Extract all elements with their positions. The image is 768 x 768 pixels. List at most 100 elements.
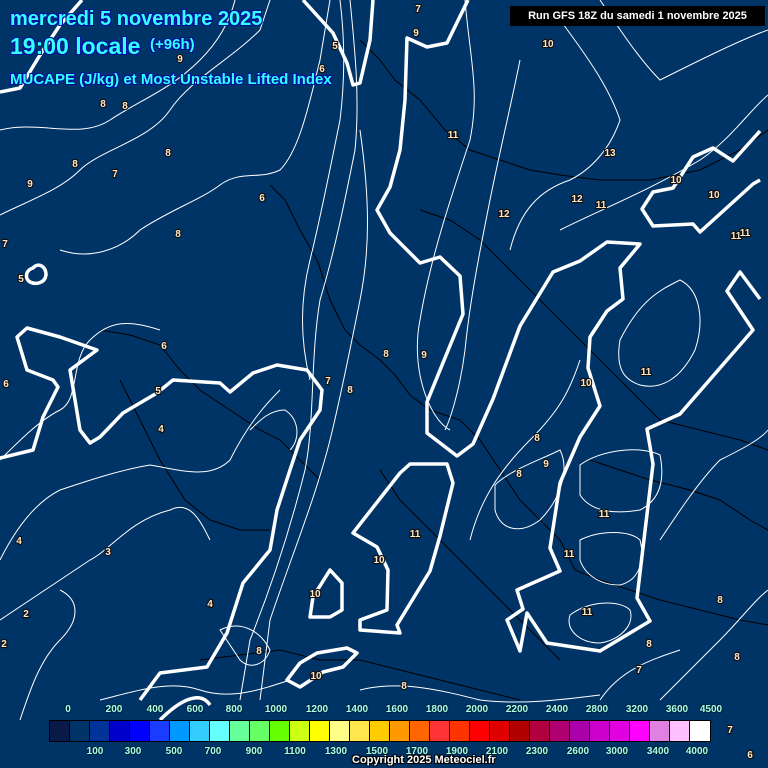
contour-label: 11 xyxy=(582,607,593,618)
contour-label: 12 xyxy=(571,194,583,205)
forecast-lead-time: (+96h) xyxy=(150,36,195,53)
legend-swatch xyxy=(410,721,430,741)
legend-swatch xyxy=(510,721,530,741)
contour-label: 11 xyxy=(596,200,607,211)
contour-label: 11 xyxy=(641,367,652,378)
contour-label: 8 xyxy=(165,148,171,159)
parameter-title: MUCAPE (J/kg) et Most Unstable Lifted In… xyxy=(10,71,332,88)
contour-label: 8 xyxy=(717,595,723,606)
legend-swatch xyxy=(550,721,570,741)
contour-label: 11 xyxy=(599,509,610,520)
legend-bottom-label: 100 xyxy=(86,746,104,757)
forecast-time: 19:00 locale xyxy=(10,33,141,59)
legend-swatch xyxy=(430,721,450,741)
legend-swatch xyxy=(630,721,650,741)
borders-coastlines xyxy=(99,39,768,701)
legend-swatch xyxy=(190,721,210,741)
legend-swatch xyxy=(490,721,510,741)
contour-label: 11 xyxy=(564,549,575,560)
legend-top-label: 1400 xyxy=(345,704,369,715)
legend-swatch xyxy=(110,721,130,741)
contour-label: 8 xyxy=(534,433,540,444)
model-run-label: Run GFS 18Z du samedi 1 novembre 2025 xyxy=(510,6,765,26)
legend-top-label: 3600 xyxy=(665,704,689,715)
contour-label: 11 xyxy=(448,130,459,141)
legend-swatch xyxy=(470,721,490,741)
legend-swatch xyxy=(570,721,590,741)
legend-top-label: 2800 xyxy=(585,704,609,715)
legend-swatch xyxy=(150,721,170,741)
weather-map: 7 9 10 5 6 9 8 8 8 8 7 9 6 11 13 12 12 11 10 10 11 11 8 7 5 6 6 8 9 7… xyxy=(0,0,768,762)
contour-label: 10 xyxy=(310,671,322,682)
legend-top-label: 2200 xyxy=(505,704,529,715)
legend-top-label: 4500 xyxy=(699,704,723,715)
legend-top-label: 0 xyxy=(65,704,71,715)
contour-label: 10 xyxy=(542,39,554,50)
legend-top-label: 200 xyxy=(105,704,123,715)
contour-label: 10 xyxy=(708,190,720,201)
legend-top-label: 800 xyxy=(225,704,243,715)
legend-swatch xyxy=(350,721,370,741)
legend-top-label: 2000 xyxy=(465,704,489,715)
contour-label: 2 xyxy=(1,639,7,650)
legend-swatch xyxy=(450,721,470,741)
contour-label: 8 xyxy=(347,385,353,396)
legend-top-label: 600 xyxy=(186,704,204,715)
contour-label: 7 xyxy=(415,4,421,15)
legend-swatch xyxy=(330,721,350,741)
contour-label: 8 xyxy=(383,349,389,360)
contour-label: 9 xyxy=(413,28,419,39)
legend-bottom-label: 4000 xyxy=(685,746,709,757)
legend-swatch xyxy=(650,721,670,741)
contour-label: 6 xyxy=(747,750,753,761)
legend-swatch xyxy=(370,721,390,741)
legend-bottom-label: 700 xyxy=(204,746,222,757)
legend-bottom-label: 2300 xyxy=(525,746,549,757)
contour-label: 6 xyxy=(3,379,9,390)
legend-swatch xyxy=(390,721,410,741)
legend-swatch xyxy=(250,721,270,741)
contour-label: 4 xyxy=(16,536,22,547)
legend-swatch xyxy=(530,721,550,741)
contour-label: 8 xyxy=(646,639,652,650)
contour-label: 3 xyxy=(105,547,111,558)
contour-label: 7 xyxy=(2,239,8,250)
color-scale-legend xyxy=(49,720,711,742)
legend-swatch xyxy=(670,721,690,741)
contour-label: 9 xyxy=(421,350,427,361)
legend-top-label: 400 xyxy=(146,704,164,715)
contour-label: 10 xyxy=(580,378,592,389)
contour-label: 8 xyxy=(401,681,407,692)
legend-bottom-label: 300 xyxy=(124,746,142,757)
contour-label: 7 xyxy=(112,169,118,180)
legend-top-label: 1600 xyxy=(385,704,409,715)
contour-label: 12 xyxy=(498,209,510,220)
contour-label: 8 xyxy=(175,229,181,240)
legend-top-label: 1200 xyxy=(305,704,329,715)
contour-label: 8 xyxy=(256,646,262,657)
legend-top-label: 3200 xyxy=(625,704,649,715)
contour-label: 7 xyxy=(636,665,642,676)
legend-bottom-label: 1100 xyxy=(284,746,306,757)
forecast-date: mercredi 5 novembre 2025 xyxy=(10,8,263,30)
contour-label: 2 xyxy=(23,609,29,620)
contour-label: 8 xyxy=(100,99,106,110)
contour-label: 5 xyxy=(18,274,24,285)
contour-label: 4 xyxy=(158,424,164,435)
legend-swatch xyxy=(610,721,630,741)
legend-top-label: 1000 xyxy=(264,704,288,715)
copyright: Copyright 2025 Meteociel.fr xyxy=(352,754,496,766)
contour-label: 9 xyxy=(177,54,183,65)
contour-label: 6 xyxy=(161,341,167,352)
legend-bottom-label: 900 xyxy=(245,746,263,757)
contour-label: 8 xyxy=(72,159,78,170)
contour-label: 6 xyxy=(259,193,265,204)
legend-swatch xyxy=(290,721,310,741)
contour-label: 9 xyxy=(27,179,33,190)
legend-bottom-label: 3000 xyxy=(605,746,629,757)
legend-bottom-label: 3400 xyxy=(646,746,670,757)
legend-swatch xyxy=(210,721,230,741)
legend-swatch xyxy=(270,721,290,741)
legend-swatch xyxy=(230,721,250,741)
contour-label: 7 xyxy=(727,725,733,736)
